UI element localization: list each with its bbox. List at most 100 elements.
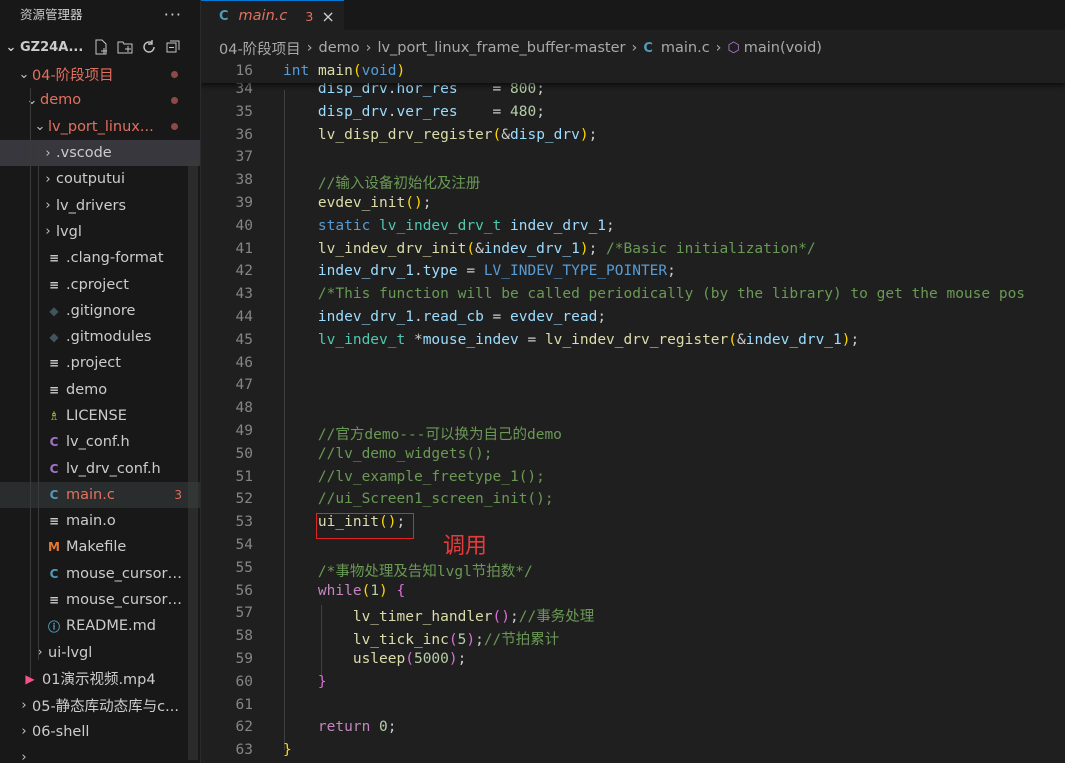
line-number: 16 — [235, 63, 253, 79]
code-line: //lv_example_freetype_1(); — [317, 468, 545, 485]
code-line: static lv_indev_drv_t indev_drv_1; — [317, 217, 615, 234]
code-line: indev_drv_1.type = LV_INDEV_TYPE_POINTER… — [317, 263, 676, 280]
tree-item-label: lv_drv_conf.h — [66, 460, 161, 477]
sidebar-scrollbar[interactable] — [188, 160, 198, 760]
file-type-icon: C — [49, 461, 59, 476]
explorer-header: 资源管理器 ··· — [0, 0, 200, 30]
tree-item-label: 06-shell — [32, 723, 90, 740]
tree-item-label: lvgl — [56, 223, 82, 240]
tree-item-label: lv_drivers — [56, 197, 127, 214]
code-line: //输入设备初始化及注册 — [317, 176, 481, 193]
code-editor[interactable]: 16 int main(void) 34 disp_drv.hor_res = … — [201, 60, 1065, 763]
breadcrumb: 04-阶段项目 › demo › lv_port_linux_frame_buffe… — [201, 37, 1065, 59]
line-number: 43 — [235, 286, 253, 303]
close-icon[interactable]: × — [321, 7, 334, 26]
tree-item-label: LICENSE — [66, 408, 127, 424]
file-type-icon: ♗ — [48, 409, 60, 423]
tree-item[interactable]: ⌄ 04-阶段项目 — [0, 61, 200, 87]
more-actions-icon[interactable]: ··· — [164, 0, 182, 30]
line-number: 63 — [235, 742, 253, 759]
code-line: usleep(5000); — [352, 651, 467, 667]
line-number: 39 — [235, 195, 253, 211]
breadcrumb-item[interactable]: 04-阶段项目 — [219, 38, 301, 59]
tree-item-label: 01演示视频.mp4 — [42, 672, 156, 689]
workspace-root-label: GZ24A... — [20, 39, 84, 55]
tree-item-label: .vscode — [56, 145, 112, 162]
file-type-icon: ◆ — [49, 303, 59, 318]
line-number: 38 — [235, 172, 253, 189]
file-type-icon: M — [48, 540, 60, 555]
tree-item-label: lv_port_linux... — [48, 118, 154, 135]
new-folder-icon[interactable] — [117, 39, 133, 55]
tree-item-label: main.c — [66, 486, 115, 503]
explorer-title: 资源管理器 — [20, 7, 83, 22]
breadcrumb-item[interactable]: demo — [319, 40, 360, 56]
tree-item[interactable]: › 05-静态库动态库与c... — [0, 692, 200, 718]
line-number: 36 — [235, 126, 253, 143]
sticky-scroll-header[interactable]: 16 int main(void) — [201, 60, 1065, 83]
line-number: 45 — [235, 331, 253, 348]
breadcrumb-item[interactable]: main.c — [661, 40, 710, 56]
code-line: /*This function will be called periodica… — [317, 286, 1026, 303]
file-type-icon: ≡ — [48, 382, 60, 397]
line-number: 60 — [235, 673, 253, 690]
file-type-icon: ≡ — [48, 277, 60, 292]
file-type-icon: ≡ — [48, 514, 60, 529]
code-line: lv_disp_drv_register(&disp_drv); — [317, 126, 598, 143]
tree-item-label: demo — [40, 92, 82, 109]
line-number: 48 — [235, 400, 253, 417]
chevron-right-icon: › — [631, 40, 638, 56]
highlight-box — [316, 513, 414, 539]
tree-item-label: .clang-format — [66, 250, 164, 267]
chevron-right-icon: › — [21, 724, 27, 740]
explorer-sidebar: 资源管理器 ··· ⌄ GZ24A... ⌄ 04-阶段项目 ⌄ demo ⌄ lv_po… — [0, 0, 201, 763]
refresh-icon[interactable] — [141, 39, 157, 55]
code-line: lv_indev_t *mouse_indev = lv_indev_drv_r… — [317, 331, 860, 348]
tree-item-label: main.o — [66, 513, 116, 530]
chevron-right-icon: › — [21, 697, 27, 713]
line-number: 37 — [235, 149, 253, 166]
annotation-label: 调用 — [443, 534, 488, 559]
line-number: 49 — [235, 423, 253, 439]
line-number: 55 — [235, 559, 253, 576]
breadcrumb-item[interactable]: lv_port_linux_frame_buffer-master — [377, 40, 625, 56]
line-number: 59 — [235, 651, 253, 667]
chevron-down-icon: ⌄ — [18, 66, 30, 82]
tree-item-label: .gitmodules — [66, 329, 152, 346]
chevron-right-icon: › — [715, 40, 722, 56]
line-number: 62 — [235, 719, 253, 736]
code-line: disp_drv.hor_res = 800; — [317, 81, 545, 97]
tree-item-label: mouse_cursor_ic... — [66, 565, 184, 582]
tree-item[interactable]: › 06-shell — [0, 718, 200, 744]
line-number: 46 — [235, 354, 253, 371]
modified-dot-icon — [171, 70, 178, 78]
tab-main-c[interactable]: C main.c 3 × — [201, 0, 344, 31]
chevron-right-icon: › — [21, 750, 27, 763]
file-type-icon: C — [49, 566, 59, 581]
new-file-icon[interactable] — [93, 39, 109, 55]
tree-item[interactable]: › — [0, 745, 200, 763]
chevron-right-icon: › — [45, 145, 51, 161]
modified-dot-icon — [171, 96, 178, 104]
tree-item-label: coutputui — [56, 171, 126, 188]
line-number: 52 — [235, 491, 253, 508]
code-line: while(1) { — [317, 582, 406, 599]
chevron-right-icon: › — [45, 171, 51, 187]
problem-count-badge: 3 — [174, 487, 182, 502]
file-type-icon: C — [49, 487, 59, 502]
workspace-root[interactable]: ⌄ GZ24A... — [0, 30, 200, 64]
code-line: lv_indev_drv_init(&indev_drv_1); /*Basic… — [317, 240, 816, 257]
collapse-all-icon[interactable] — [165, 39, 181, 55]
line-number: 42 — [235, 263, 253, 280]
line-number: 41 — [235, 240, 253, 257]
line-number: 44 — [235, 309, 253, 325]
breadcrumb-item[interactable]: main(void) — [744, 40, 822, 56]
tree-item-label: .project — [66, 355, 121, 372]
code-line: lv_timer_handler();//事务处理 — [352, 609, 595, 626]
code-line: evdev_init(); — [317, 195, 432, 211]
line-number: 56 — [235, 582, 253, 599]
tree-item-label: ui-lvgl — [48, 644, 93, 661]
file-type-icon: ≡ — [48, 251, 60, 266]
code-line: lv_tick_inc(5);//节拍累计 — [352, 632, 560, 649]
tab-bar: C main.c 3 × — [201, 0, 1065, 31]
